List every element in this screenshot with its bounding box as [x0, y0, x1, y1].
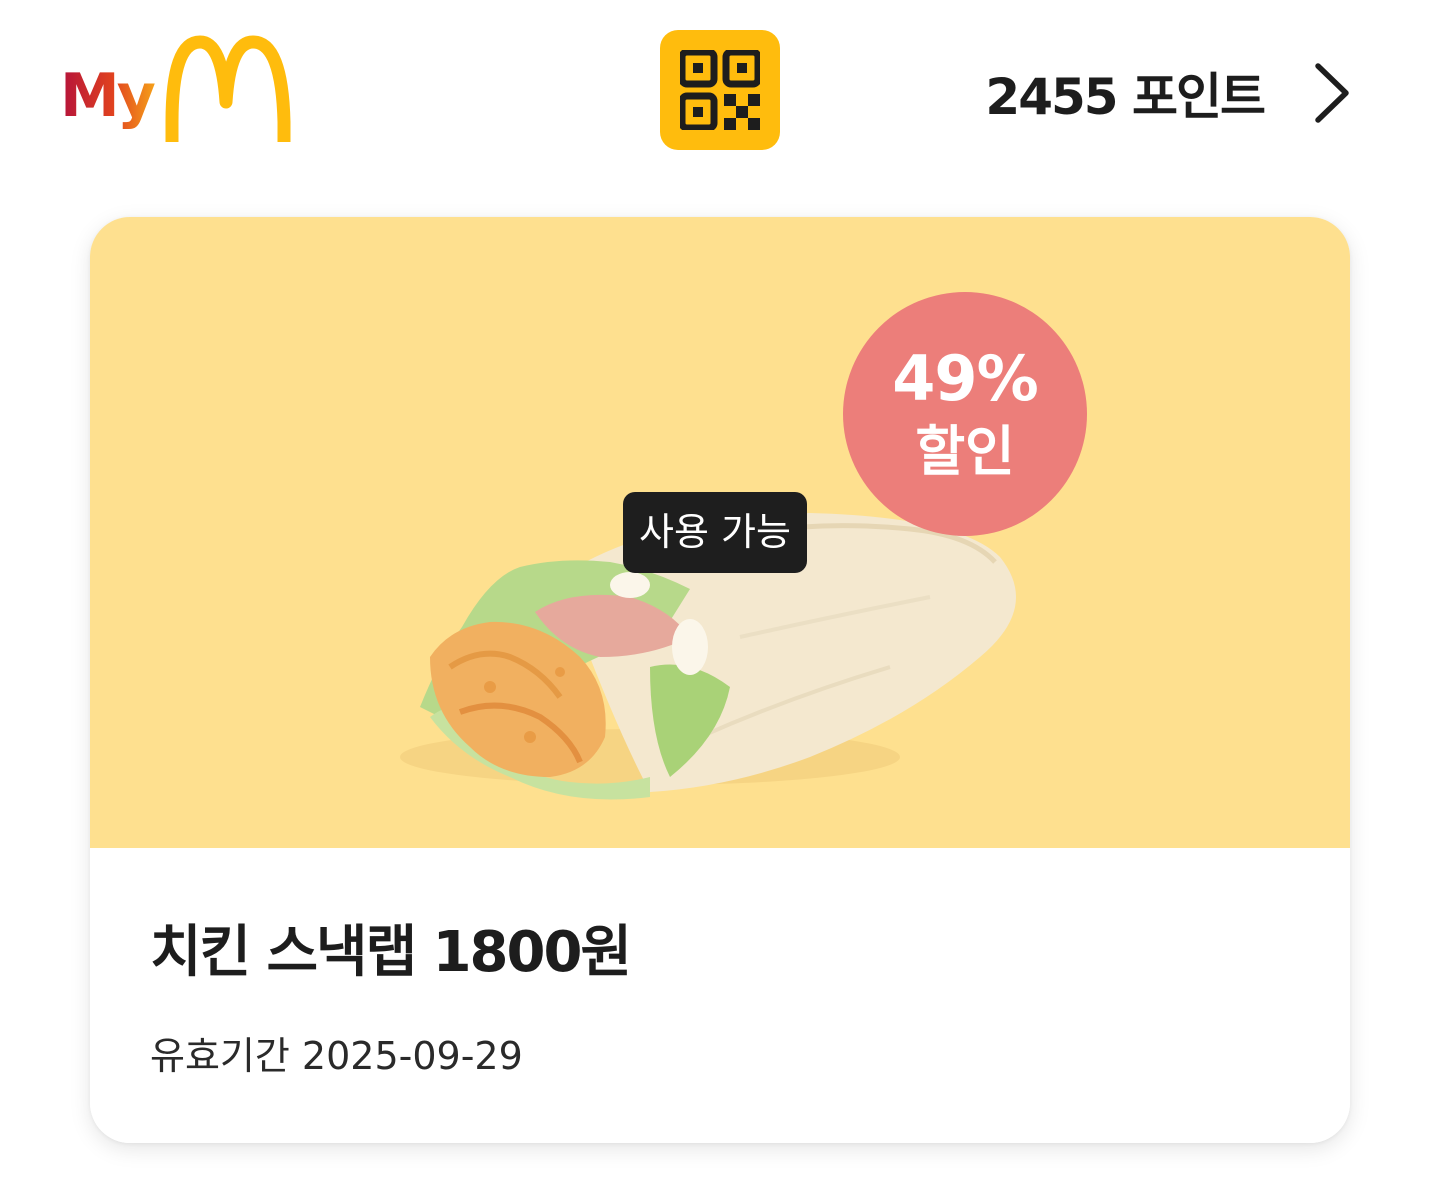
status-badge: 사용 가능	[623, 492, 807, 573]
top-header: My 2455 포인트	[0, 0, 1440, 190]
discount-label: 할인	[915, 420, 1015, 483]
coupon-info: 치킨 스낵랩 1800원 유효기간 2025-09-29	[90, 848, 1350, 1143]
coupon-image: 49% 할인 사용 가능	[90, 217, 1350, 848]
points-label: 2455 포인트	[985, 68, 1266, 126]
qr-code-button[interactable]	[660, 30, 780, 150]
coupon-title: 치킨 스낵랩 1800원	[150, 920, 632, 985]
discount-badge: 49% 할인	[843, 292, 1087, 536]
my-mcdonalds-logo: My	[60, 30, 300, 150]
qr-code-icon	[680, 50, 760, 130]
coupon-card[interactable]: 49% 할인 사용 가능 치킨 스낵랩 1800원 유효기간 2025-09-2…	[90, 217, 1350, 1143]
points-button[interactable]: 2455 포인트	[985, 48, 1354, 138]
chevron-right-icon	[1315, 63, 1349, 123]
golden-arches-icon	[165, 35, 291, 142]
coupon-expiry-date: 유효기간 2025-09-29	[150, 1034, 523, 1078]
logo-my-text: My	[60, 61, 156, 131]
app-screen: My 2455 포인트 49% 할인 사용 가능 치킨 스낵랩 1800원 유효…	[0, 0, 1440, 1188]
discount-percent: 49%	[892, 342, 1038, 415]
